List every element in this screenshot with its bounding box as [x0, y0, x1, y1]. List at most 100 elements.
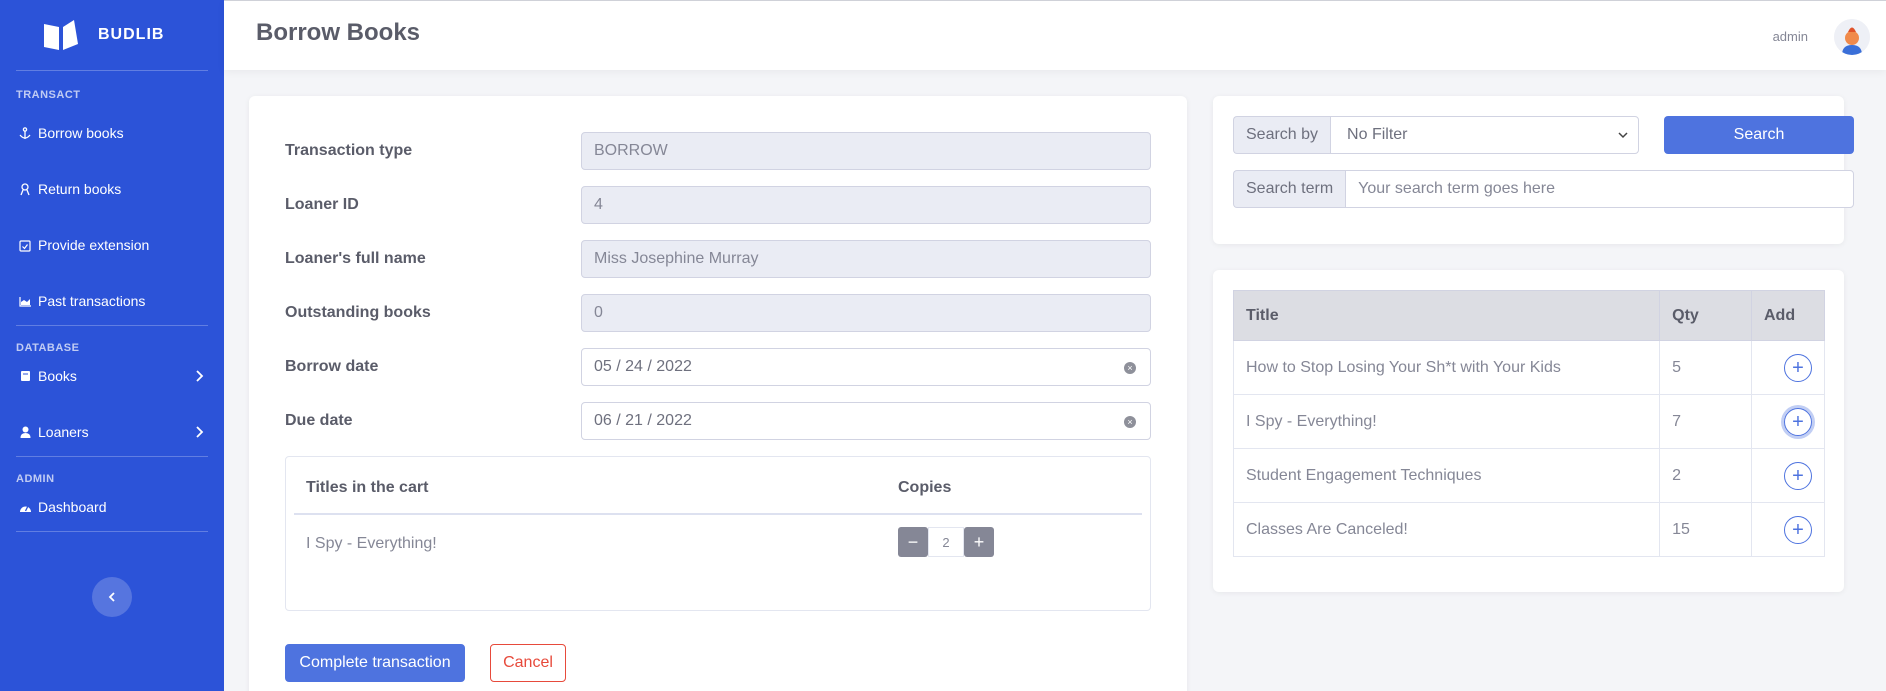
decrement-copies-button[interactable]: − — [898, 527, 928, 557]
loaner-name-row: Loaner's full name Miss Josephine Murray — [285, 240, 1151, 278]
chevron-down-icon — [1618, 132, 1628, 139]
sidebar-item-label: Dashboard — [38, 499, 107, 515]
add-to-cart-button[interactable]: + — [1784, 461, 1812, 490]
search-term-group: Search term Your search term goes here — [1233, 170, 1854, 208]
plus-icon: + — [1792, 518, 1804, 541]
brand-name: BUDLIB — [98, 26, 165, 43]
minus-icon: − — [907, 531, 919, 552]
cancel-button[interactable]: Cancel — [490, 644, 566, 682]
borrow-date-row: Borrow date 05 / 24 / 2022 × — [285, 348, 1151, 386]
cart-item-title: I Spy - Everything! — [306, 535, 437, 552]
table-row: How to Stop Losing Your Sh*t with Your K… — [1232, 340, 1825, 395]
cart-row: I Spy - Everything! − 2 + — [294, 515, 1142, 573]
avatar-image — [1834, 19, 1870, 55]
sidebar-item-label: Books — [38, 368, 77, 384]
due-date-row: Due date 06 / 21 / 2022 × — [285, 402, 1151, 440]
sidebar-item-return-books[interactable]: Return books — [0, 161, 224, 217]
result-qty: 5 — [1659, 340, 1752, 395]
loaner-id-row: Loaner ID 4 — [285, 186, 1151, 224]
result-add-cell: + — [1751, 448, 1825, 503]
sidebar: BUDLIB TRANSACT Borrow books Return book… — [0, 0, 224, 691]
increment-copies-button[interactable]: + — [964, 527, 994, 557]
cart-table-header: Titles in the cart Copies — [294, 457, 1142, 515]
sidebar-item-label: Return books — [38, 181, 122, 197]
chevron-left-icon — [108, 592, 115, 602]
result-title: I Spy - Everything! — [1232, 394, 1661, 449]
loaner-id-field: 4 — [581, 186, 1151, 224]
book-icon — [18, 369, 32, 383]
plus-icon: + — [1792, 356, 1804, 379]
sidebar-item-label: Past transactions — [38, 293, 146, 309]
anchor-icon — [18, 126, 32, 140]
due-date-input[interactable]: 06 / 21 / 2022 × — [581, 402, 1151, 440]
transaction-form-card: Transaction type BORROW Loaner ID 4 Loan… — [249, 96, 1187, 691]
results-card: Title Qty Add How to Stop Losing Your Sh… — [1213, 270, 1844, 592]
user-name[interactable]: admin — [1773, 29, 1808, 44]
result-title: Student Engagement Techniques — [1232, 448, 1661, 503]
result-title: Classes Are Canceled! — [1232, 502, 1661, 557]
result-qty: 15 — [1659, 502, 1752, 557]
topbar: Borrow Books admin — [224, 0, 1886, 70]
chart-area-icon — [18, 294, 32, 308]
transaction-type-row: Transaction type BORROW — [285, 132, 1151, 170]
avatar[interactable] — [1834, 19, 1870, 55]
user-icon — [18, 425, 32, 439]
outstanding-books-field: 0 — [581, 294, 1151, 332]
table-row: I Spy - Everything! 7 + — [1232, 394, 1825, 449]
chevron-right-icon — [196, 370, 204, 382]
sidebar-item-dashboard[interactable]: Dashboard — [0, 479, 224, 535]
sidebar-toggle-button[interactable] — [92, 577, 132, 617]
plus-icon: + — [973, 531, 985, 552]
cart-col-copies: Copies — [898, 479, 952, 496]
borrow-date-label: Borrow date — [285, 358, 379, 375]
col-add: Add — [1751, 290, 1825, 341]
add-to-cart-button[interactable]: + — [1784, 353, 1812, 382]
clear-date-icon[interactable]: × — [1124, 362, 1136, 374]
plus-icon: + — [1792, 410, 1804, 433]
col-qty: Qty — [1659, 290, 1752, 341]
loaner-name-label: Loaner's full name — [285, 250, 426, 267]
tachometer-icon — [18, 500, 32, 514]
due-date-label: Due date — [285, 412, 353, 429]
user-return-icon — [18, 182, 32, 196]
sidebar-item-label: Borrow books — [38, 125, 124, 141]
calendar-check-icon — [18, 238, 32, 252]
search-term-input[interactable]: Your search term goes here — [1345, 170, 1854, 208]
sidebar-heading-transact: TRANSACT — [16, 89, 81, 101]
sidebar-item-past-transactions[interactable]: Past transactions — [0, 273, 224, 329]
borrow-date-input[interactable]: 05 / 24 / 2022 × — [581, 348, 1151, 386]
borrow-date-value: 05 / 24 / 2022 — [594, 358, 692, 375]
copies-value[interactable]: 2 — [928, 527, 964, 557]
sidebar-item-label: Loaners — [38, 424, 89, 440]
search-button[interactable]: Search — [1664, 116, 1854, 154]
due-date-value: 06 / 21 / 2022 — [594, 412, 692, 429]
search-by-group: Search by No Filter — [1233, 116, 1639, 154]
chevron-right-icon — [196, 426, 204, 438]
search-card: Search by No Filter Search Search term Y… — [1213, 96, 1854, 244]
results-header-row: Title Qty Add — [1232, 290, 1825, 341]
search-by-value: No Filter — [1347, 126, 1408, 143]
loaner-id-label: Loaner ID — [285, 196, 359, 213]
clear-date-icon[interactable]: × — [1124, 416, 1136, 428]
result-title: How to Stop Losing Your Sh*t with Your K… — [1232, 340, 1661, 395]
transaction-type-label: Transaction type — [285, 142, 413, 159]
table-row: Student Engagement Techniques 2 + — [1232, 448, 1825, 503]
cart-col-title: Titles in the cart — [306, 479, 429, 496]
sidebar-item-borrow-books[interactable]: Borrow books — [0, 105, 224, 161]
sidebar-item-loaners[interactable]: Loaners — [0, 404, 224, 460]
complete-transaction-button[interactable]: Complete transaction — [285, 644, 465, 682]
result-qty: 2 — [1659, 448, 1752, 503]
outstanding-books-label: Outstanding books — [285, 304, 431, 321]
add-to-cart-button[interactable]: + — [1784, 515, 1812, 544]
sidebar-item-label: Provide extension — [38, 237, 150, 253]
search-by-select[interactable]: No Filter — [1330, 116, 1639, 154]
result-qty: 7 — [1659, 394, 1752, 449]
sidebar-item-books[interactable]: Books — [0, 348, 224, 404]
outstanding-books-row: Outstanding books 0 — [285, 294, 1151, 332]
page-title: Borrow Books — [256, 19, 421, 46]
brand[interactable]: BUDLIB — [0, 0, 224, 70]
add-to-cart-button[interactable]: + — [1784, 407, 1812, 436]
transaction-type-field: BORROW — [581, 132, 1151, 170]
book-open-logo-icon — [44, 20, 78, 50]
sidebar-item-provide-extension[interactable]: Provide extension — [0, 217, 224, 273]
